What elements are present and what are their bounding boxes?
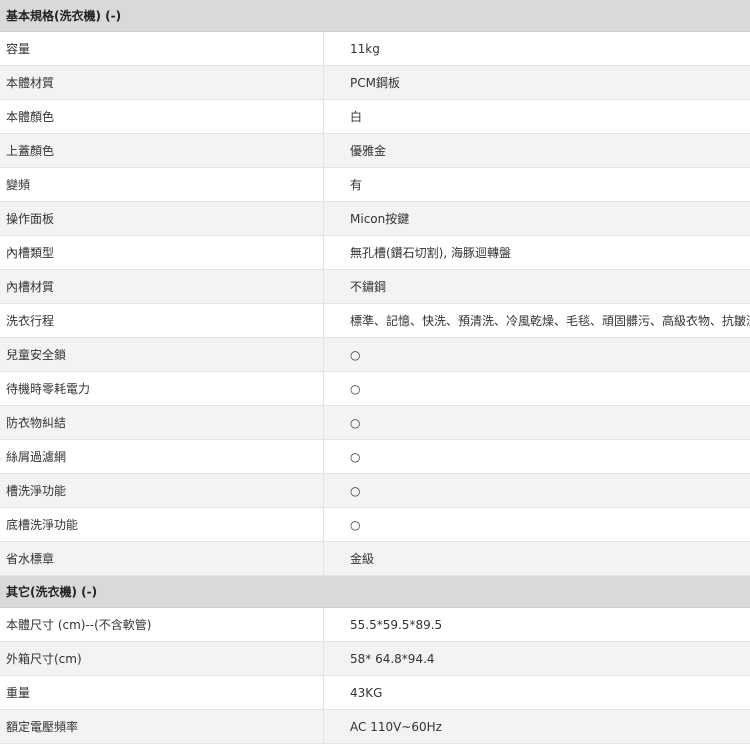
row-label: 內槽類型 <box>0 236 324 269</box>
row-value: ○ <box>350 517 361 532</box>
row-label: 絲屑過濾網 <box>0 440 324 473</box>
row-label: 本體材質 <box>0 66 324 99</box>
table-row: 本體材質 PCM鋼板 <box>0 66 750 100</box>
table-row: 內槽材質 不鏽鋼 <box>0 270 750 304</box>
row-value: 11kg <box>350 41 380 56</box>
row-label: 本體顏色 <box>0 100 324 133</box>
row-label: 底槽洗淨功能 <box>0 508 324 541</box>
row-value: Micon按鍵 <box>350 212 410 226</box>
row-value: AC 110V~60Hz <box>350 719 442 734</box>
table-row: 槽洗淨功能 ○ <box>0 474 750 508</box>
row-value: 55.5*59.5*89.5 <box>350 617 443 632</box>
row-label: 額定電壓頻率 <box>0 710 324 743</box>
table-row: 本體顏色 白 <box>0 100 750 134</box>
row-value: 標準、記憶、快洗、預清洗、冷風乾燥、毛毯、頑固髒污、高級衣物、抗皺洗淨 <box>350 314 750 328</box>
row-label: 防衣物糾結 <box>0 406 324 439</box>
spec-table: 基本規格(洗衣機) (-) 容量 11kg 本體材質 PCM鋼板 本體顏色 白 … <box>0 0 750 744</box>
row-value: 無孔槽(鑽石切割), 海豚迴轉盤 <box>350 246 511 260</box>
table-row: 兒童安全鎖 ○ <box>0 338 750 372</box>
table-row: 絲屑過濾網 ○ <box>0 440 750 474</box>
row-value: ○ <box>350 449 361 464</box>
table-row: 額定電壓頻率 AC 110V~60Hz <box>0 710 750 744</box>
table-row: 上蓋顏色 優雅金 <box>0 134 750 168</box>
table-row: 本體尺寸 (cm)--(不含軟管) 55.5*59.5*89.5 <box>0 608 750 642</box>
section-header-basic-spec: 基本規格(洗衣機) (-) <box>0 0 750 32</box>
row-label: 洗衣行程 <box>0 304 324 337</box>
row-label: 上蓋顏色 <box>0 134 324 167</box>
table-row: 洗衣行程 標準、記憶、快洗、預清洗、冷風乾燥、毛毯、頑固髒污、高級衣物、抗皺洗淨 <box>0 304 750 338</box>
row-value: ○ <box>350 483 361 498</box>
row-label: 槽洗淨功能 <box>0 474 324 507</box>
row-value: 43KG <box>350 685 383 700</box>
row-label: 外箱尺寸(cm) <box>0 642 324 675</box>
row-value: ○ <box>350 381 361 396</box>
table-row: 底槽洗淨功能 ○ <box>0 508 750 542</box>
table-row: 重量 43KG <box>0 676 750 710</box>
table-row: 操作面板 Micon按鍵 <box>0 202 750 236</box>
row-value: 金級 <box>350 552 375 566</box>
table-row: 內槽類型 無孔槽(鑽石切割), 海豚迴轉盤 <box>0 236 750 270</box>
row-label: 容量 <box>0 32 324 65</box>
section-header-other: 其它(洗衣機) (-) <box>0 576 750 608</box>
table-row: 待機時零耗電力 ○ <box>0 372 750 406</box>
table-row: 防衣物糾結 ○ <box>0 406 750 440</box>
table-row: 變頻 有 <box>0 168 750 202</box>
row-label: 省水標章 <box>0 542 324 575</box>
row-label: 變頻 <box>0 168 324 201</box>
row-value: ○ <box>350 347 361 362</box>
row-value: 白 <box>350 110 363 124</box>
row-value: 不鏽鋼 <box>350 280 387 294</box>
row-label: 重量 <box>0 676 324 709</box>
row-value: 58* 64.8*94.4 <box>350 651 435 666</box>
table-row: 外箱尺寸(cm) 58* 64.8*94.4 <box>0 642 750 676</box>
row-label: 本體尺寸 (cm)--(不含軟管) <box>0 608 324 641</box>
row-value: PCM鋼板 <box>350 76 400 90</box>
row-label: 操作面板 <box>0 202 324 235</box>
table-row: 省水標章 金級 <box>0 542 750 576</box>
table-row: 容量 11kg <box>0 32 750 66</box>
row-value: 有 <box>350 178 363 192</box>
row-label: 兒童安全鎖 <box>0 338 324 371</box>
row-value: 優雅金 <box>350 144 387 158</box>
row-value: ○ <box>350 415 361 430</box>
row-label: 待機時零耗電力 <box>0 372 324 405</box>
row-label: 內槽材質 <box>0 270 324 303</box>
